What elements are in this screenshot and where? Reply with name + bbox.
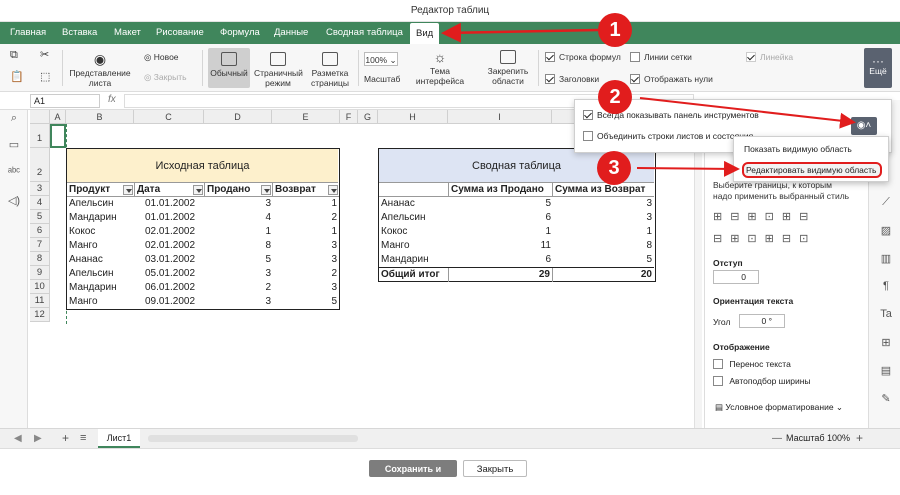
step-marker: 2 bbox=[598, 80, 632, 114]
annotation-arrows bbox=[441, 22, 856, 177]
step-marker: 1 bbox=[598, 13, 632, 47]
arrow-1 bbox=[441, 22, 599, 43]
arrow-2 bbox=[639, 97, 856, 129]
arrow-3 bbox=[636, 160, 740, 177]
step-marker: 3 bbox=[597, 151, 631, 185]
